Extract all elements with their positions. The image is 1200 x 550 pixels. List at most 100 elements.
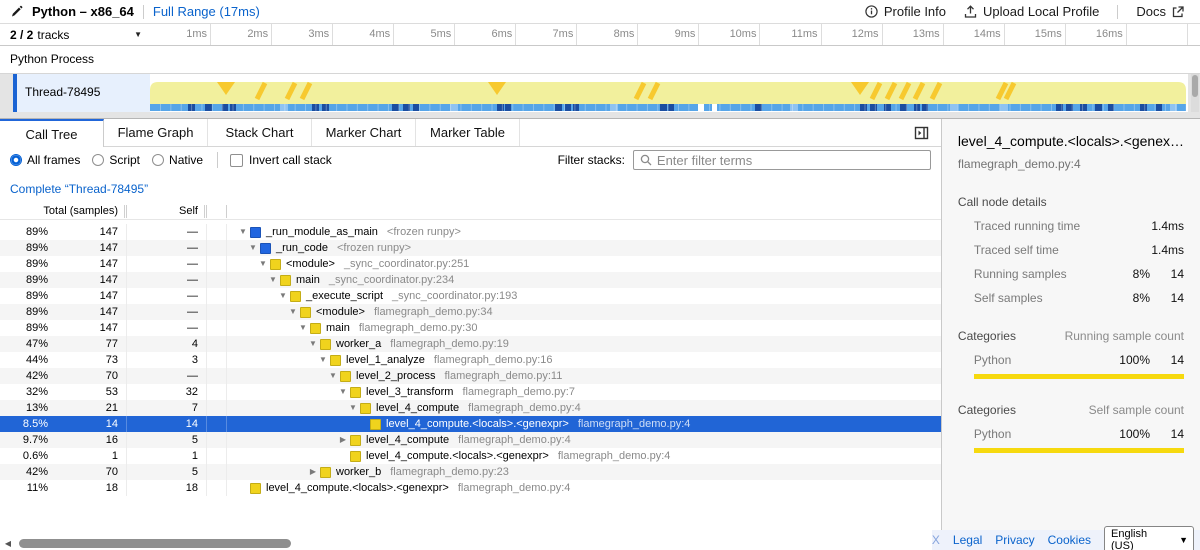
table-row[interactable]: 89%147—▼<module>_sync_coordinator.py:251 [0,256,941,272]
tab-marker-chart[interactable]: Marker Chart [312,119,416,146]
twisty-expanded-icon[interactable]: ▼ [346,400,360,416]
tab-flame-graph[interactable]: Flame Graph [104,119,208,146]
timeline-ruler: 2 / 2 tracks ▼ 1ms2ms3ms4ms5ms6ms7ms8ms9… [0,24,1200,46]
time-tick[interactable]: 5ms [394,24,455,45]
radio-dot[interactable] [10,154,22,166]
detail-label: Running samples [958,267,1067,281]
tracks-vscrollbar-thumb[interactable] [1192,75,1198,97]
radio-script[interactable]: Script [92,153,140,167]
table-row[interactable]: 42%705▶worker_bflamegraph_demo.py:23 [0,464,941,480]
twisty-expanded-icon[interactable]: ▼ [286,304,300,320]
table-row[interactable]: 89%147—▼_run_module_as_main<frozen runpy… [0,224,941,240]
time-tick[interactable]: 8ms [577,24,638,45]
docs-link[interactable]: Docs [1136,4,1184,19]
invert-call-stack-checkbox[interactable]: Invert call stack [230,153,332,167]
twisty-expanded-icon[interactable]: ▼ [276,288,290,304]
time-tick[interactable]: 9ms [638,24,699,45]
table-row[interactable]: 89%147—▼main_sync_coordinator.py:234 [0,272,941,288]
select-caret-icon: ▼ [1179,535,1188,545]
radio-dot[interactable] [92,154,104,166]
categories-count-header: Self sample count [1089,403,1184,417]
row-total-percent: 42% [0,464,52,480]
table-row[interactable]: 47%774▼worker_aflamegraph_demo.py:19 [0,336,941,352]
row-function-cell: ▼_execute_script_sync_coordinator.py:193 [227,288,941,304]
twisty-expanded-icon[interactable]: ▼ [336,384,350,400]
edit-pencil-icon[interactable] [10,5,23,18]
upload-profile-button[interactable]: Upload Local Profile [964,4,1099,19]
function-name: level_2_process [356,368,436,384]
table-row[interactable]: 11%1818level_4_compute.<locals>.<genexpr… [0,480,941,496]
twisty-collapsed-icon[interactable]: ▶ [336,432,350,448]
breadcrumb-complete-thread[interactable]: Complete “Thread-78495” [10,182,148,196]
column-separator[interactable] [204,205,207,218]
time-tick[interactable]: 10ms [699,24,760,45]
table-row[interactable]: 9.7%165▶level_4_computeflamegraph_demo.p… [0,432,941,448]
tab-marker-table[interactable]: Marker Table [416,119,520,146]
time-tick[interactable]: 13ms [883,24,944,45]
thread-activity-graph[interactable] [150,74,1188,112]
process-track-header[interactable]: Python Process [0,46,1200,74]
category-color-square [360,403,371,414]
column-header-total[interactable]: Total (samples) [0,205,124,217]
twisty-expanded-icon[interactable]: ▼ [316,352,330,368]
row-icon-cell [207,432,226,448]
table-row[interactable]: 8.5%1414level_4_compute.<locals>.<genexp… [0,416,941,432]
time-tick[interactable]: 7ms [516,24,577,45]
language-select[interactable]: English (US) ▼ [1104,526,1194,550]
time-tick[interactable]: 4ms [333,24,394,45]
time-tick[interactable]: 11ms [760,24,821,45]
time-tick[interactable] [1127,24,1188,45]
column-header-self[interactable]: Self [127,205,204,217]
twisty-expanded-icon[interactable]: ▼ [266,272,280,288]
row-icon-cell [207,224,226,240]
filter-stacks-input[interactable] [657,153,924,168]
open-sidebar-button[interactable] [914,119,929,146]
table-row[interactable]: 44%733▼level_1_analyzeflamegraph_demo.py… [0,352,941,368]
sidebar-details-header: Call node details [958,195,1184,209]
tracks-vertical-scrollbar[interactable] [1191,74,1199,112]
twisty-expanded-icon[interactable]: ▼ [296,320,310,336]
tab-call-tree[interactable]: Call Tree [0,119,104,147]
table-row[interactable]: 42%70—▼level_2_processflamegraph_demo.py… [0,368,941,384]
table-row[interactable]: 0.6%11level_4_compute.<locals>.<genexpr>… [0,448,941,464]
footer-link-privacy[interactable]: Privacy [995,533,1034,547]
table-row[interactable]: 89%147—▼_run_code<frozen runpy> [0,240,941,256]
thread-track-label[interactable]: Thread-78495 [17,74,150,112]
full-range-link[interactable]: Full Range (17ms) [153,4,260,19]
radio-native[interactable]: Native [152,153,203,167]
footer-link-legal[interactable]: Legal [953,533,982,547]
twisty-expanded-icon[interactable]: ▼ [236,224,250,240]
row-self-samples: 1 [127,448,204,464]
table-row[interactable]: 89%147—▼mainflamegraph_demo.py:30 [0,320,941,336]
tab-stack-chart[interactable]: Stack Chart [208,119,312,146]
time-tick[interactable]: 6ms [455,24,516,45]
twisty-expanded-icon[interactable]: ▼ [326,368,340,384]
time-tick[interactable]: 14ms [944,24,1005,45]
time-tick[interactable]: 3ms [272,24,333,45]
twisty-expanded-icon[interactable]: ▼ [306,336,320,352]
table-row[interactable]: 32%5332▼level_3_transformflamegraph_demo… [0,384,941,400]
checkbox-box[interactable] [230,154,243,167]
time-tick[interactable]: 15ms [1005,24,1066,45]
footer-close-link[interactable]: X [932,533,940,547]
tracks-dropdown[interactable]: 2 / 2 tracks ▼ [0,24,150,45]
row-self-samples: — [127,224,204,240]
twisty-expanded-icon[interactable]: ▼ [256,256,270,272]
table-row[interactable]: 89%147—▼<module>flamegraph_demo.py:34 [0,304,941,320]
twisty-collapsed-icon[interactable]: ▶ [306,464,320,480]
hscrollbar-thumb[interactable] [19,539,291,548]
scroll-left-arrow-icon[interactable]: ◀ [0,539,16,548]
twisty-expanded-icon[interactable]: ▼ [246,240,260,256]
profile-info-button[interactable]: Profile Info [865,4,946,19]
time-tick[interactable]: 12ms [822,24,883,45]
radio-dot[interactable] [152,154,164,166]
time-tick[interactable]: 1ms [150,24,211,45]
time-tick[interactable]: 16ms [1066,24,1127,45]
table-row[interactable]: 89%147—▼_execute_script_sync_coordinator… [0,288,941,304]
row-icon-cell [207,304,226,320]
radio-all-frames[interactable]: All frames [10,153,80,167]
table-row[interactable]: 13%217▼level_4_computeflamegraph_demo.py… [0,400,941,416]
footer-link-cookies[interactable]: Cookies [1048,533,1091,547]
time-tick[interactable]: 2ms [211,24,272,45]
row-total-percent: 0.6% [0,448,52,464]
